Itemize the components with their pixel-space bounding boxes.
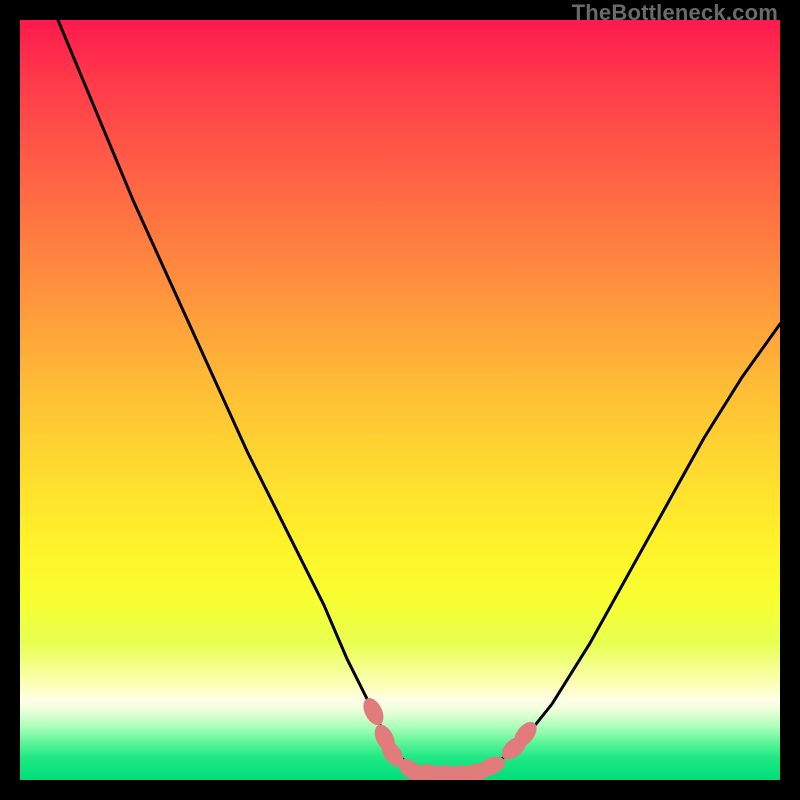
chart-curve (58, 20, 780, 774)
chart-svg (20, 20, 780, 780)
watermark-text: TheBottleneck.com (572, 0, 778, 26)
curve-path (58, 20, 780, 774)
chart-markers (360, 695, 540, 780)
chart-frame (20, 20, 780, 780)
curve-marker (360, 695, 387, 727)
